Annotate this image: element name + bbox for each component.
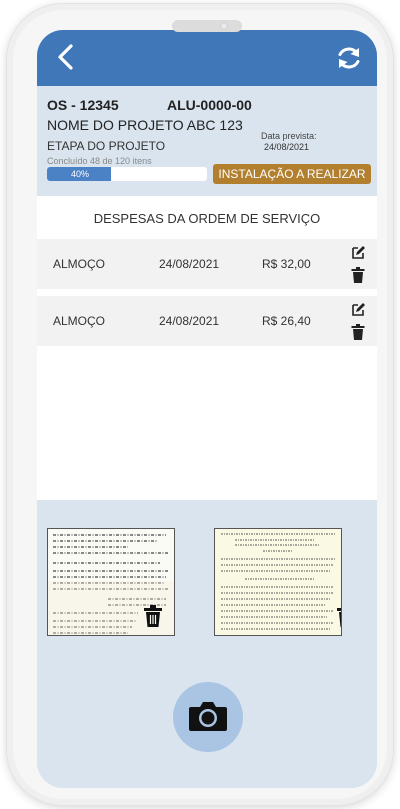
back-arrow-icon [58,44,73,70]
camera-icon [189,702,227,731]
receipt-image [221,533,335,630]
expense-row: ALMOÇO 24/08/2021 R$ 32,00 [37,239,377,289]
progress-caption: Concluído 48 de 120 itens [47,156,152,166]
edit-icon[interactable] [350,302,366,318]
expense-date: 24/08/2021 [159,257,220,271]
alu-number: ALU-0000-00 [167,97,252,113]
receipt-thumbnail[interactable] [214,528,342,636]
project-info: OS - 12345 ALU-0000-00 NOME DO PROJETO A… [37,86,377,190]
expenses-title: DESPESAS DA ORDEM DE SERVIÇO [93,211,321,226]
due-date-label: Data prevista: [261,131,317,141]
trash-icon[interactable] [144,605,162,627]
camera-button[interactable] [173,682,243,752]
phone-notch [172,20,242,32]
front-camera [220,22,228,30]
progress-bar: 40% [47,167,207,181]
project-stage: ETAPA DO PROJETO [47,139,166,153]
back-button[interactable] [51,42,83,74]
sync-button[interactable] [333,42,365,74]
expense-row: ALMOÇO 24/08/2021 R$ 26,40 [37,296,377,346]
delete-icon[interactable] [351,324,365,340]
project-name: NOME DO PROJETO ABC 123 [47,117,243,133]
receipt-thumbnail[interactable] [47,528,175,636]
status-button[interactable]: INSTALAÇÃO A REALIZAR [213,164,371,184]
delete-icon[interactable] [351,267,365,283]
progress-percent: 40% [70,169,89,179]
expense-value: R$ 26,40 [262,314,311,328]
expenses-section: DESPESAS DA ORDEM DE SERVIÇO ALMOÇO 24/0… [37,196,377,500]
sync-icon [338,47,360,69]
os-number: OS - 12345 [47,97,119,113]
expense-description: ALMOÇO [53,314,106,328]
app-header [37,30,377,86]
due-date: 24/08/2021 [264,142,310,152]
expense-value: R$ 32,00 [262,257,311,271]
expense-date: 24/08/2021 [159,314,220,328]
attachments-section [37,508,377,788]
expense-description: ALMOÇO [53,257,106,271]
phone-frame: OS - 12345 ALU-0000-00 NOME DO PROJETO A… [7,4,393,805]
app-screen: OS - 12345 ALU-0000-00 NOME DO PROJETO A… [37,30,377,788]
trash-icon[interactable] [337,605,342,627]
edit-icon[interactable] [350,245,366,261]
